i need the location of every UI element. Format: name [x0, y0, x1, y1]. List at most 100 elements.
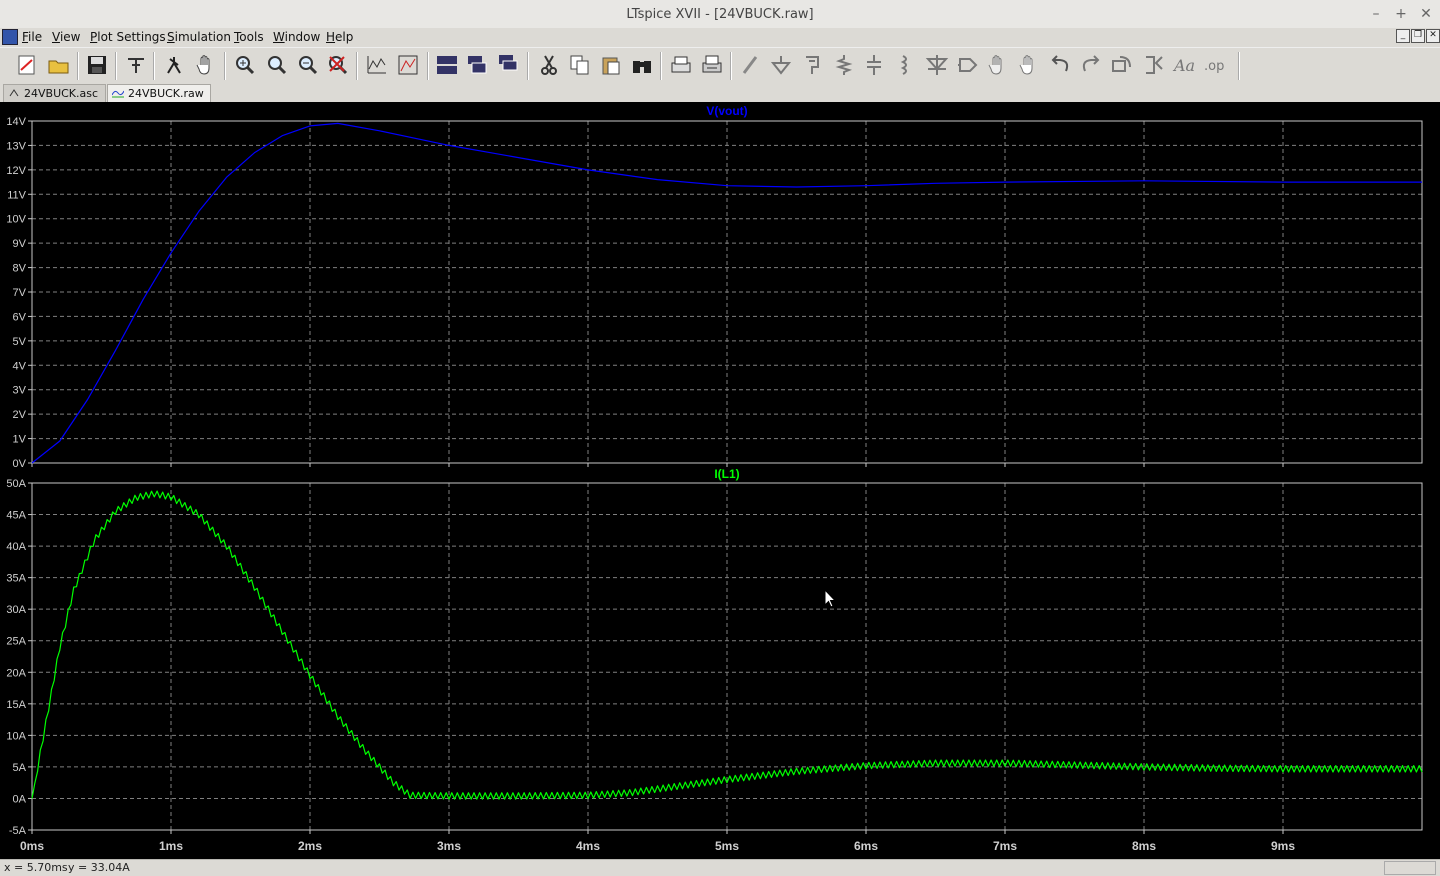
- waveform-icon: [112, 90, 124, 98]
- menu-window[interactable]: Window: [273, 29, 320, 45]
- mirror-icon: [1146, 56, 1163, 74]
- y-tick-label: 5A: [13, 762, 27, 774]
- new-schematic-icon: [18, 55, 35, 75]
- svg-text:.op: .op: [1204, 59, 1224, 74]
- label-net-button[interactable]: [800, 53, 824, 77]
- find-button[interactable]: [630, 53, 654, 77]
- x-tick-label: 2ms: [298, 839, 322, 853]
- mouse-pointer-icon: [824, 589, 836, 608]
- tile-horizontal-button[interactable]: [435, 53, 459, 77]
- mdi-close-icon[interactable]: ✕: [1426, 29, 1440, 43]
- y-tick-label: 1V: [13, 434, 27, 446]
- mdi-minimize-icon[interactable]: _: [1396, 29, 1410, 43]
- control-panel-button[interactable]: [124, 53, 148, 77]
- tile-vertical-button[interactable]: [466, 53, 490, 77]
- draw-wire-button[interactable]: [739, 53, 763, 77]
- toolbar-separator: [115, 52, 117, 80]
- y-tick-label: 14V: [6, 116, 26, 128]
- component-button[interactable]: [956, 53, 980, 77]
- menu-simulation[interactable]: Simulation: [167, 29, 231, 45]
- open-button[interactable]: [47, 53, 71, 77]
- x-tick-label: 4ms: [576, 839, 600, 853]
- tab-24vbuck-raw[interactable]: 24VBUCK.raw: [107, 84, 211, 102]
- maximize-icon[interactable]: +: [1392, 4, 1410, 24]
- capacitor-button[interactable]: [862, 53, 886, 77]
- mark-unmark-button[interactable]: [396, 53, 420, 77]
- close-icon[interactable]: ✕: [1417, 4, 1435, 24]
- menu-view[interactable]: View: [52, 29, 80, 45]
- text-icon: Aa: [1172, 56, 1195, 75]
- halt-button[interactable]: [194, 53, 218, 77]
- text-button[interactable]: Aa: [1172, 53, 1196, 77]
- inductor-button[interactable]: [893, 53, 917, 77]
- spice-directive-button[interactable]: .op: [1203, 53, 1227, 77]
- tab-label: 24VBUCK.raw: [128, 87, 204, 100]
- zoom-out-button[interactable]: [296, 53, 320, 77]
- rotate-button[interactable]: [1110, 53, 1134, 77]
- trace-0[interactable]: [31, 122, 1422, 464]
- trace-name-1[interactable]: I(L1): [714, 467, 739, 481]
- copy-button[interactable]: [568, 53, 592, 77]
- mdi-restore-icon[interactable]: ❐: [1411, 29, 1425, 43]
- ground-icon: [770, 56, 792, 75]
- waveform-viewer[interactable]: 0V 1V 2V 3V 4V 5V 6V 7V 8V 9V 10V 11V 12V 13V 14V V(vou…: [0, 102, 1440, 859]
- document-tabs: 24VBUCK.asc 24VBUCK.raw: [0, 83, 1440, 102]
- menu-help[interactable]: Help: [326, 29, 353, 45]
- y-tick-label: 0A: [13, 793, 27, 805]
- print-icon: [671, 56, 691, 73]
- menu-bar: File View Plot Settings Simulation Tools Wind…: [0, 28, 1440, 46]
- toolbar-separator: [356, 52, 358, 80]
- y-tick-label: 35A: [6, 573, 26, 585]
- diode-button[interactable]: [925, 53, 949, 77]
- trace-name-0[interactable]: V(vout): [706, 104, 747, 118]
- paste-button[interactable]: [599, 53, 623, 77]
- zoom-in-icon: [236, 56, 255, 75]
- move-button[interactable]: [986, 53, 1010, 77]
- save-button[interactable]: [85, 53, 109, 77]
- x-tick-label: 6ms: [854, 839, 878, 853]
- rotate-icon: [1112, 56, 1131, 72]
- y-tick-label: 10A: [6, 730, 26, 742]
- window-title: LTspice XVII - [24VBUCK.raw]: [626, 7, 814, 22]
- menu-plot-settings[interactable]: Plot Settings: [90, 29, 166, 45]
- resistor-button[interactable]: [832, 53, 856, 77]
- y-tick-label: -5A: [9, 825, 27, 837]
- zoom-pan-button[interactable]: [265, 53, 289, 77]
- tab-24vbuck-asc[interactable]: 24VBUCK.asc: [3, 84, 106, 102]
- y-tick-label: 7V: [13, 287, 27, 299]
- print-setup-button[interactable]: [700, 53, 724, 77]
- minimize-icon[interactable]: –: [1367, 4, 1385, 24]
- redo-button[interactable]: [1079, 53, 1103, 77]
- x-tick-label: 1ms: [159, 839, 183, 853]
- open-icon: [48, 60, 69, 74]
- y-tick-label: 12V: [6, 165, 26, 177]
- y-tick-label: 30A: [6, 604, 26, 616]
- zoom-fit-button[interactable]: [326, 53, 350, 77]
- cut-button[interactable]: [537, 53, 561, 77]
- plot-canvas[interactable]: 0V 1V 2V 3V 4V 5V 6V 7V 8V 9V 10V 11V 12V 13V 14V V(vou…: [0, 102, 1440, 859]
- app-icon[interactable]: [2, 29, 18, 45]
- zoom-pan-icon: [268, 56, 287, 75]
- y-tick-label: 25A: [6, 636, 26, 648]
- drag-icon: [1019, 55, 1033, 75]
- cascade-button[interactable]: [497, 53, 521, 77]
- mirror-button[interactable]: [1142, 53, 1166, 77]
- y-tick-label: 8V: [13, 263, 27, 275]
- drag-button[interactable]: [1017, 53, 1041, 77]
- x-tick-label: 5ms: [715, 839, 739, 853]
- zoom-in-button[interactable]: [233, 53, 257, 77]
- y-tick-label: 11V: [7, 189, 26, 201]
- mark-unmark-icon: [398, 55, 418, 75]
- run-button[interactable]: [162, 53, 186, 77]
- new-schematic-button[interactable]: [15, 53, 39, 77]
- ground-button[interactable]: [769, 53, 793, 77]
- autorange-button[interactable]: [365, 53, 389, 77]
- toolbar-separator: [730, 52, 732, 80]
- print-button[interactable]: [669, 53, 693, 77]
- undo-button[interactable]: [1048, 53, 1072, 77]
- save-icon: [88, 56, 106, 74]
- menu-file[interactable]: File: [22, 29, 42, 45]
- y-tick-label: 10V: [6, 214, 26, 226]
- menu-tools[interactable]: Tools: [234, 29, 264, 45]
- x-tick-label: 8ms: [1132, 839, 1156, 853]
